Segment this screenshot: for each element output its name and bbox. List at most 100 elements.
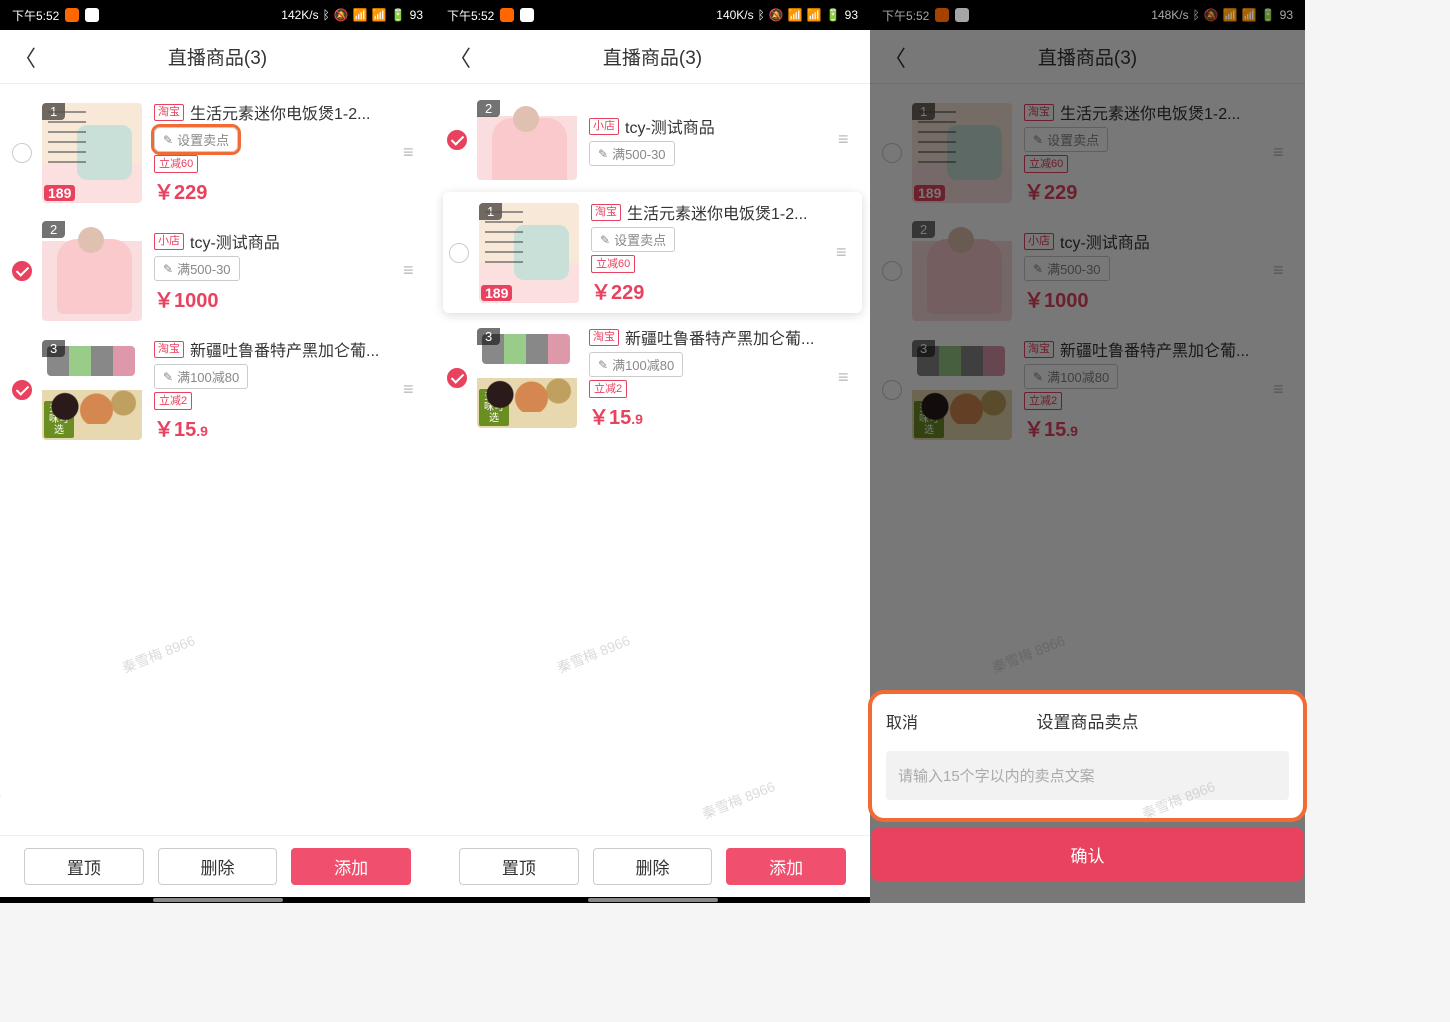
product-item[interactable]: 2 小店 tcy-测试商品 满500-30 [435,92,870,188]
product-list[interactable]: 1 189 淘宝 生活元素迷你电饭煲1-2... 设置卖点 立减60 ￥229 … [0,84,435,835]
product-name: tcy-测试商品 [625,114,715,138]
drag-handle-icon[interactable] [838,375,858,381]
add-button[interactable]: 添加 [726,848,846,885]
bluetooth-icon: ᛒ [758,8,765,22]
status-app-icon [65,8,79,22]
set-sellpoint-button[interactable]: 设置卖点 [154,127,238,152]
product-rank-badge: 1 [42,103,65,120]
bluetooth-icon: ᛒ [323,8,330,22]
product-info: 小店 tcy-测试商品 满500-30 [589,114,832,166]
store-tag: 小店 [589,118,619,135]
signal-icon: 📶 [788,8,803,22]
sheet-cancel-button[interactable]: 取消 [886,709,918,733]
drag-handle-icon[interactable] [836,250,856,256]
screen-2: 下午5:52 140K/s ᛒ 🔕 📶 📶 🔋 93 〈 直播商品(3) 2 小 [435,0,870,903]
status-netspeed: 140K/s [716,8,753,22]
product-name: 新疆吐鲁番特产黑加仑葡... [190,337,379,361]
product-image[interactable]: 2 [477,100,577,180]
product-price: ￥15.9 [589,401,832,430]
product-info: 淘宝 生活元素迷你电饭煲1-2... 设置卖点 立减60 ￥229 [154,100,397,205]
product-item[interactable]: 2 小店 tcy-测试商品 满500-30 ￥1000 [0,213,435,329]
set-sellpoint-button[interactable]: 满100减80 [589,352,683,377]
product-price: ￥1000 [154,284,397,313]
drag-handle-icon[interactable] [838,137,858,143]
set-sellpoint-button[interactable]: 满100减80 [154,364,248,389]
drag-handle-icon[interactable] [403,268,423,274]
product-item[interactable]: 3 多口味可选 淘宝 新疆吐鲁番特产黑加仑葡... 满100减80 立减2 ￥1… [435,317,870,438]
wifi-icon: 📶 [372,8,387,22]
discount-tag: 立减60 [154,155,198,173]
add-button[interactable]: 添加 [291,848,411,885]
discount-tag: 立减60 [591,255,635,273]
wifi-icon: 📶 [807,8,822,22]
product-rank-badge: 3 [42,340,65,357]
product-rank-badge: 2 [42,221,65,238]
store-tag: 淘宝 [589,329,619,346]
battery-level: 93 [410,8,423,22]
product-price: ￥229 [591,276,830,305]
sheet-title: 设置商品卖点 [1037,708,1139,733]
product-checkbox[interactable] [12,143,32,163]
page-title: 直播商品(3) [168,43,267,70]
product-image[interactable]: 1 189 [42,103,142,203]
status-app-icon2 [85,8,99,22]
product-corner-tag: 多口味可选 [479,389,509,426]
product-price: ￥15.9 [154,413,397,442]
discount-tag: 立减2 [589,380,627,398]
product-image[interactable]: 3 多口味可选 [42,340,142,440]
product-checkbox[interactable] [449,243,469,263]
mute-icon: 🔕 [769,8,784,22]
drag-handle-icon[interactable] [403,387,423,393]
product-image-price: 189 [44,185,75,201]
top-button[interactable]: 置顶 [459,848,579,885]
screen-1: 下午5:52 142K/s ᛒ 🔕 📶 📶 🔋 93 〈 直播商品(3) 1 1… [0,0,435,903]
back-button[interactable]: 〈 [14,41,36,73]
status-netspeed: 142K/s [281,8,318,22]
nav-bar [435,897,870,903]
product-list[interactable]: 2 小店 tcy-测试商品 满500-30 1 189 淘宝 生活元素迷你电 [435,84,870,835]
battery-icon: 🔋 [826,8,841,22]
product-info: 淘宝 新疆吐鲁番特产黑加仑葡... 满100减80 立减2 ￥15.9 [154,337,397,442]
delete-button[interactable]: 删除 [158,848,278,885]
page-header: 〈 直播商品(3) [0,30,435,84]
product-price: ￥229 [154,176,397,205]
product-corner-tag: 多口味可选 [44,401,74,438]
product-image-price: 189 [481,285,512,301]
product-checkbox[interactable] [12,380,32,400]
sellpoint-input[interactable]: 请输入15个字以内的卖点文案 [886,751,1289,800]
product-checkbox[interactable] [447,130,467,150]
product-info: 小店 tcy-测试商品 满500-30 ￥1000 [154,229,397,313]
set-sellpoint-button[interactable]: 设置卖点 [591,227,675,252]
battery-icon: 🔋 [391,8,406,22]
set-sellpoint-button[interactable]: 满500-30 [154,256,240,281]
product-item-dragging[interactable]: 1 189 淘宝 生活元素迷你电饭煲1-2... 设置卖点 立减60 ￥229 [443,192,862,313]
product-item[interactable]: 3 多口味可选 淘宝 新疆吐鲁番特产黑加仑葡... 满100减80 立减2 ￥1… [0,329,435,450]
status-time: 下午5:52 [447,7,494,24]
delete-button[interactable]: 删除 [593,848,713,885]
product-image[interactable]: 3 多口味可选 [477,328,577,428]
watermark: 秦雪梅 8966 [119,630,198,677]
status-bar: 下午5:52 140K/s ᛒ 🔕 📶 📶 🔋 93 [435,0,870,30]
drag-handle-icon[interactable] [403,150,423,156]
set-sellpoint-button[interactable]: 满500-30 [589,141,675,166]
back-button[interactable]: 〈 [449,41,471,73]
top-button[interactable]: 置顶 [24,848,144,885]
product-info: 淘宝 生活元素迷你电饭煲1-2... 设置卖点 立减60 ￥229 [591,200,830,305]
mute-icon: 🔕 [334,8,349,22]
status-bar: 下午5:52 142K/s ᛒ 🔕 📶 📶 🔋 93 [0,0,435,30]
sheet-confirm-button[interactable]: 确认 [872,828,1303,881]
store-tag: 小店 [154,233,184,250]
product-rank-badge: 3 [477,328,500,345]
product-name: 生活元素迷你电饭煲1-2... [627,200,807,224]
store-tag: 淘宝 [154,341,184,358]
nav-bar [0,897,435,903]
product-name: 新疆吐鲁番特产黑加仑葡... [625,325,814,349]
product-rank-badge: 1 [479,203,502,220]
product-checkbox[interactable] [12,261,32,281]
sheet-panel: 取消 设置商品卖点 请输入15个字以内的卖点文案 [872,694,1303,818]
product-image[interactable]: 1 189 [479,203,579,303]
product-image[interactable]: 2 [42,221,142,321]
product-item[interactable]: 1 189 淘宝 生活元素迷你电饭煲1-2... 设置卖点 立减60 ￥229 [0,92,435,213]
product-checkbox[interactable] [447,368,467,388]
footer-bar: 置顶 删除 添加 [0,835,435,897]
